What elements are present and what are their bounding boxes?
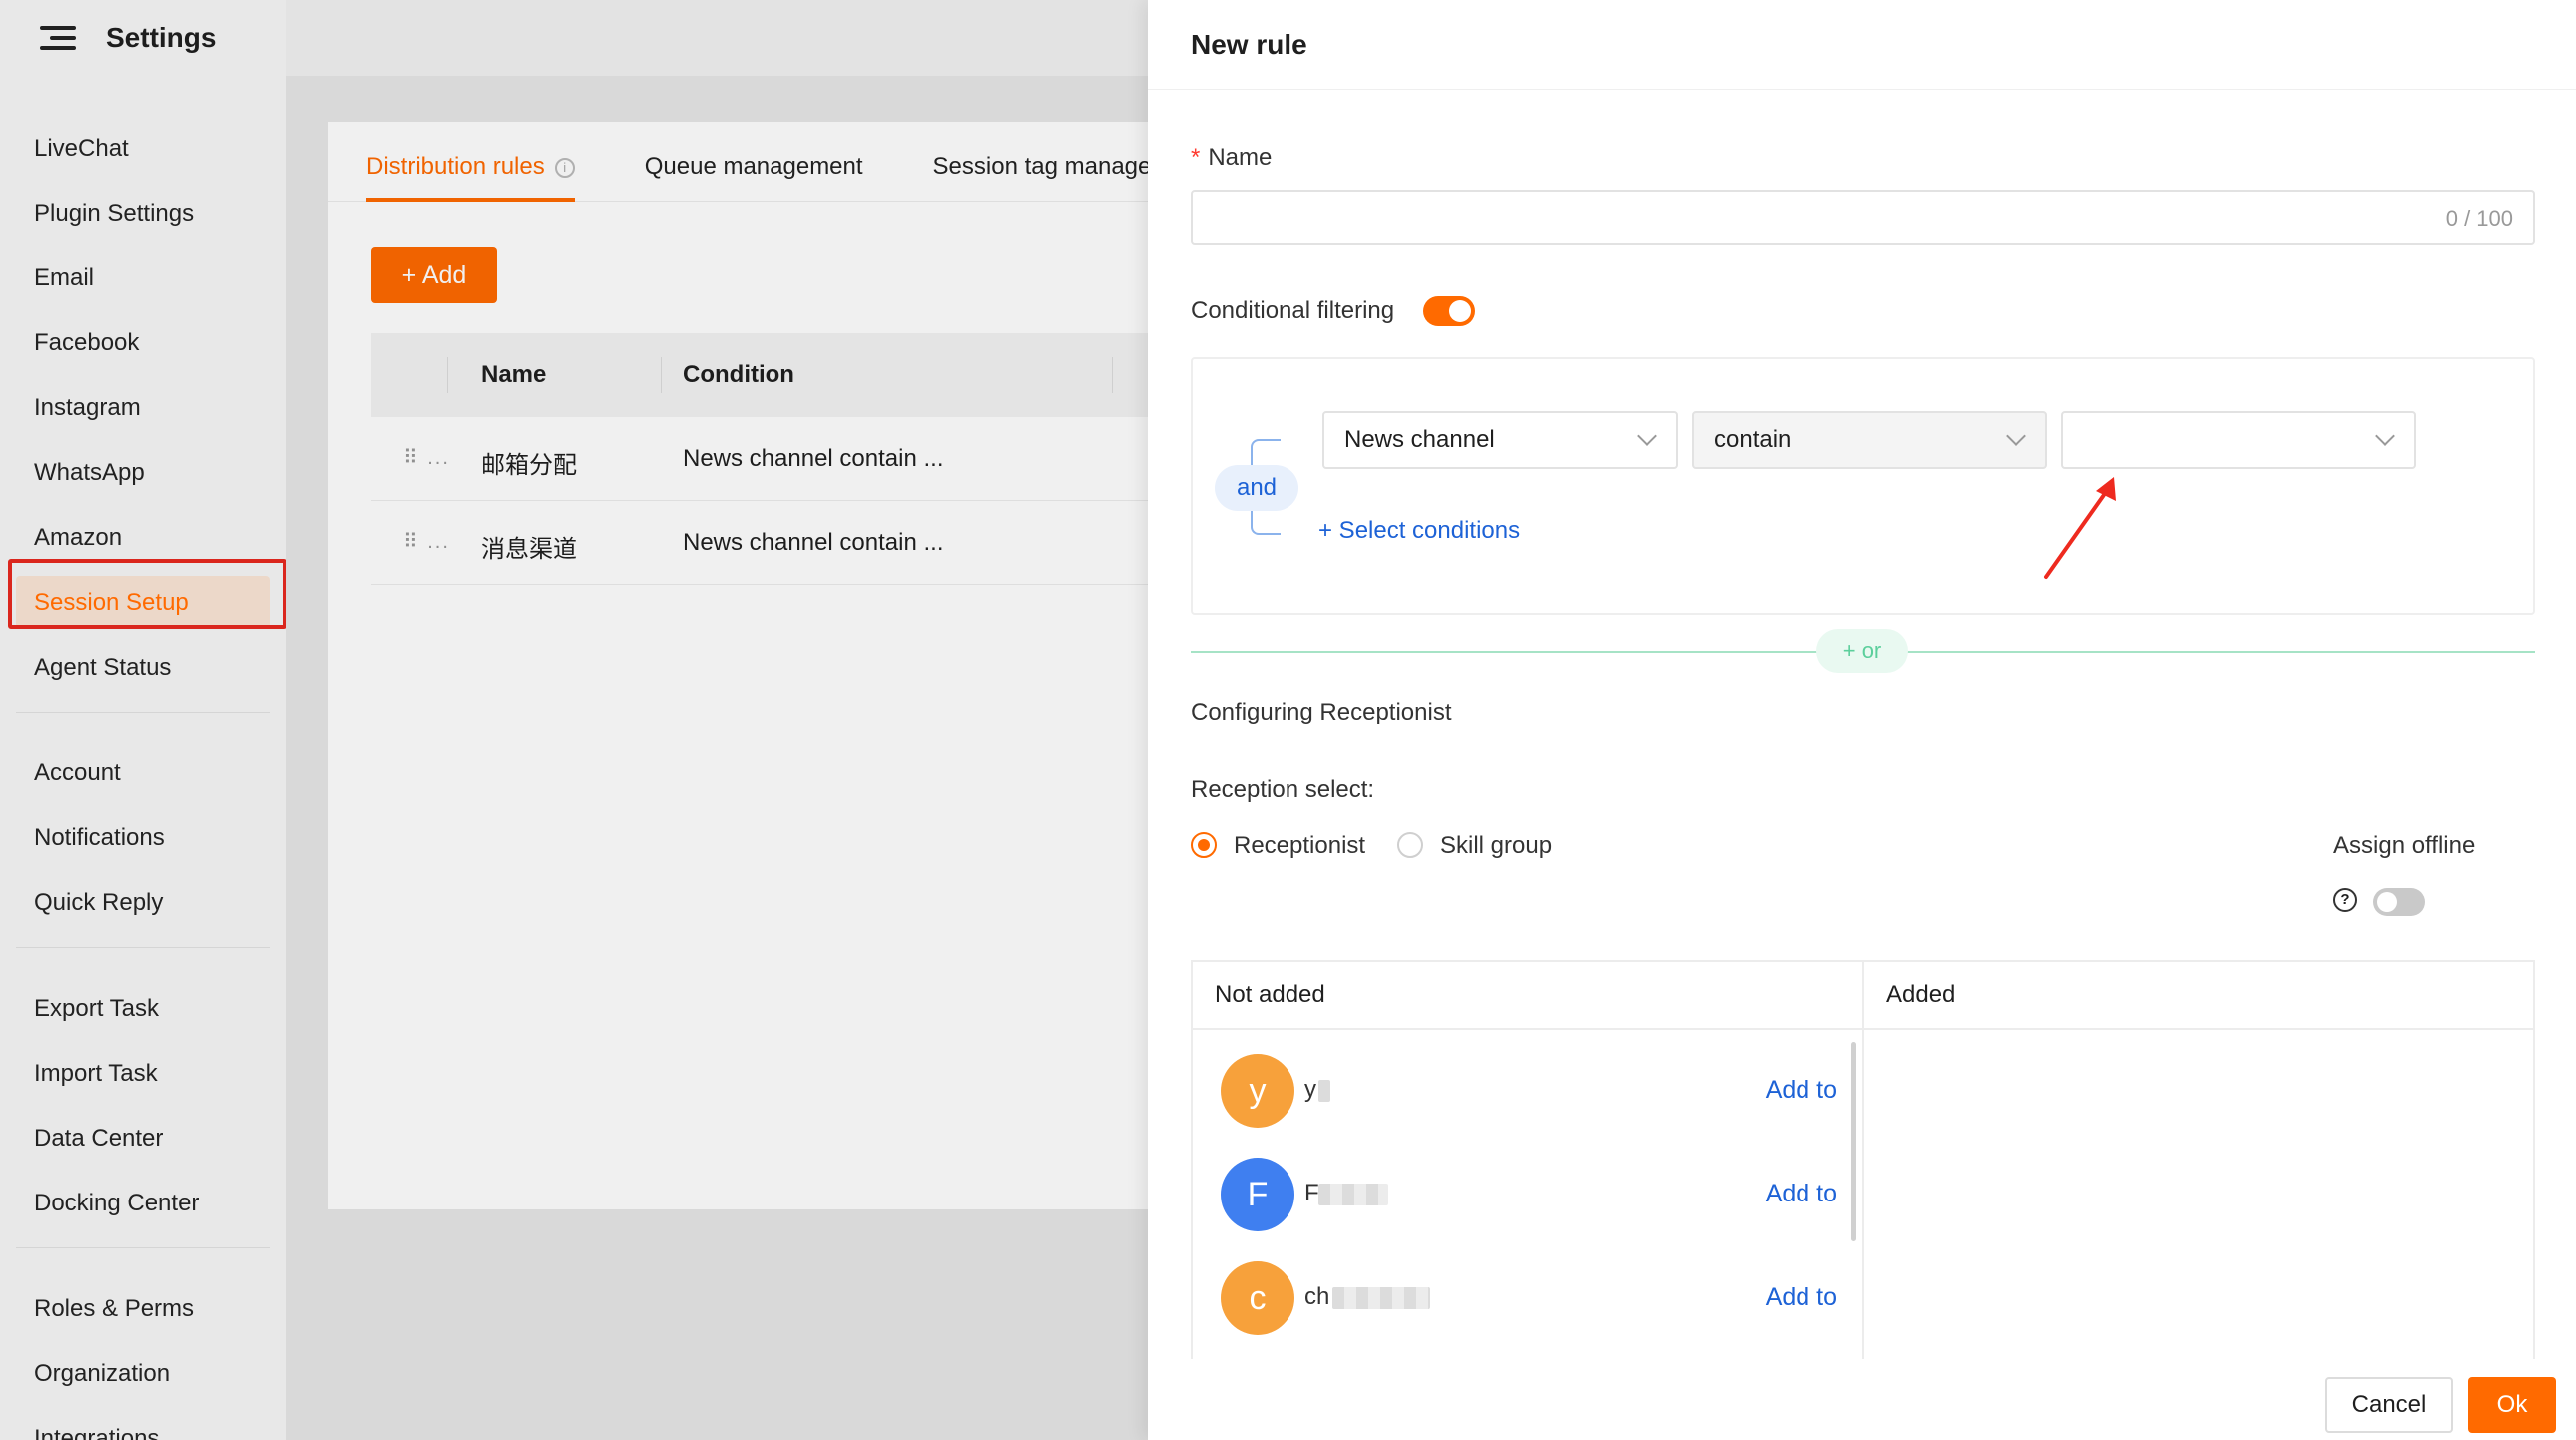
sidebar-item-label: Session Setup xyxy=(34,588,189,616)
drawer-title: New rule xyxy=(1148,0,2576,90)
sidebar-item-label: Agent Status xyxy=(34,653,172,681)
sidebar-item-label: Email xyxy=(34,263,95,291)
conditional-filtering-label: Conditional filtering xyxy=(1191,297,1395,324)
select-conditions-link[interactable]: + Select conditions xyxy=(1318,517,1520,545)
avatar: y xyxy=(1221,1054,1294,1128)
not-added-header: Not added xyxy=(1193,962,1862,1030)
annotation-arrow-icon xyxy=(2044,477,2116,579)
redacted-name xyxy=(1318,1080,1330,1102)
condition-value-select[interactable] xyxy=(2061,411,2416,469)
sidebar-item-label: Docking Center xyxy=(34,1189,200,1216)
add-or-button[interactable]: + or xyxy=(1816,629,1908,673)
select-value: News channel xyxy=(1344,426,1495,453)
sidebar-item-label: Integrations xyxy=(34,1424,160,1440)
user-name: y xyxy=(1304,1076,1316,1103)
configuring-receptionist-title: Configuring Receptionist xyxy=(1191,699,1452,725)
add-to-button[interactable]: Add to xyxy=(1766,1283,1837,1312)
add-to-button[interactable]: Add to xyxy=(1766,1076,1837,1105)
name-field-label: * Name xyxy=(1191,144,1272,172)
chevron-down-icon xyxy=(2006,426,2026,446)
list-item: y y Add to xyxy=(1221,1054,1849,1130)
cancel-button[interactable]: Cancel xyxy=(2325,1377,2453,1433)
radio-receptionist-label[interactable]: Receptionist xyxy=(1234,832,1365,860)
assign-offline-toggle[interactable] xyxy=(2373,888,2425,916)
name-char-counter: 0 / 100 xyxy=(2445,206,2513,231)
select-value: contain xyxy=(1714,426,1792,453)
conditional-filtering-toggle[interactable] xyxy=(1423,296,1475,326)
list-scrollbar[interactable] xyxy=(1851,1042,1856,1241)
redacted-name xyxy=(1318,1184,1388,1205)
added-header: Added xyxy=(1864,962,2535,1030)
sidebar-item-label: Data Center xyxy=(34,1124,164,1152)
sidebar-item-label: Export Task xyxy=(34,994,159,1022)
sidebar-item-label: Organization xyxy=(34,1359,171,1387)
radio-skill-group-label[interactable]: Skill group xyxy=(1440,832,1552,860)
sidebar-item-label: Plugin Settings xyxy=(34,199,195,227)
reception-select-label: Reception select: xyxy=(1191,776,1375,803)
sidebar-item-label: Quick Reply xyxy=(34,888,164,916)
not-added-panel: Not added y y Add to F F Add to c ch Add… xyxy=(1193,962,1862,1359)
sidebar-item-label: WhatsApp xyxy=(34,458,145,486)
sidebar-item-label: Instagram xyxy=(34,393,141,421)
sidebar-item-label: LiveChat xyxy=(34,134,129,162)
sidebar-item-label: Roles & Perms xyxy=(34,1294,195,1322)
receptionist-transfer: Not added y y Add to F F Add to c ch Add… xyxy=(1191,960,2535,1359)
ok-button[interactable]: Ok xyxy=(2468,1377,2556,1433)
sidebar-item-label: Facebook xyxy=(34,328,140,356)
and-operator-tag[interactable]: and xyxy=(1215,465,1298,511)
chevron-down-icon xyxy=(2375,426,2395,446)
list-item: F F Add to xyxy=(1221,1158,1849,1233)
name-input[interactable]: 0 / 100 xyxy=(1191,190,2535,245)
list-item: c ch Add to xyxy=(1221,1261,1849,1337)
avatar: c xyxy=(1221,1261,1294,1335)
user-name: F xyxy=(1304,1180,1319,1206)
add-to-button[interactable]: Add to xyxy=(1766,1180,1837,1208)
assign-offline-label: Assign offline xyxy=(2333,832,2476,859)
required-mark: * xyxy=(1191,144,1201,171)
condition-operator-select[interactable]: contain xyxy=(1692,411,2047,469)
name-label-text: Name xyxy=(1208,144,1273,171)
added-panel: Added xyxy=(1864,962,2535,1359)
sidebar-item-label: Amazon xyxy=(34,523,123,551)
radio-skill-group[interactable] xyxy=(1397,832,1423,858)
chevron-down-icon xyxy=(1637,426,1657,446)
new-rule-drawer: New rule * Name 0 / 100 Conditional filte… xyxy=(1148,0,2576,1440)
condition-group: and News channel contain + Select condit… xyxy=(1191,357,2535,615)
sidebar-item-label: Account xyxy=(34,758,121,786)
avatar: F xyxy=(1221,1158,1294,1231)
help-icon[interactable]: ? xyxy=(2333,888,2357,912)
radio-receptionist[interactable] xyxy=(1191,832,1217,858)
condition-field-select[interactable]: News channel xyxy=(1322,411,1678,469)
user-name: ch xyxy=(1304,1283,1330,1310)
sidebar-item-label: Import Task xyxy=(34,1059,158,1087)
redacted-name xyxy=(1332,1287,1430,1309)
sidebar-item-label: Notifications xyxy=(34,823,165,851)
